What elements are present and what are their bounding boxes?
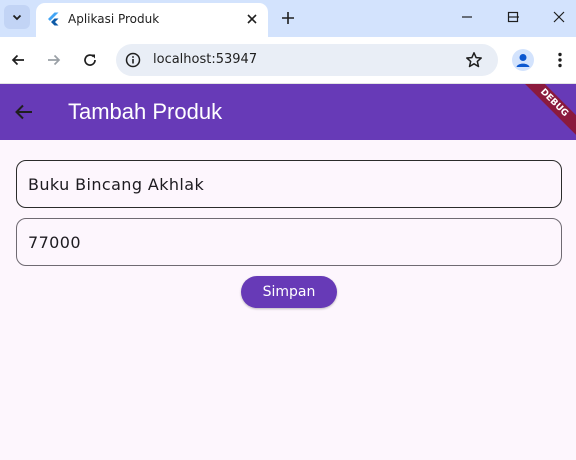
person-icon (516, 54, 530, 67)
url-text: localhost:53947 (153, 52, 258, 67)
reload-button[interactable] (78, 48, 102, 72)
save-button[interactable]: Simpan (241, 276, 337, 308)
new-tab-button[interactable] (276, 6, 300, 30)
restore-button[interactable] (496, 5, 530, 29)
close-icon (553, 11, 565, 23)
address-bar[interactable]: localhost:53947 (116, 44, 498, 76)
browser-menu-button[interactable] (550, 49, 570, 71)
tab-title: Aplikasi Produk (68, 12, 160, 26)
profile-button[interactable] (512, 49, 534, 71)
page-title: Tambah Produk (68, 99, 223, 124)
arrow-right-icon (48, 54, 61, 66)
product-price-value: 77000 (28, 233, 81, 252)
app-back-button[interactable] (12, 100, 36, 124)
site-info-button[interactable] (122, 49, 144, 71)
product-price-field[interactable]: 77000 (16, 218, 562, 266)
browser-tab-strip: Aplikasi Produk (0, 0, 576, 37)
close-icon (247, 14, 257, 24)
info-icon (125, 52, 141, 68)
reload-icon (84, 54, 96, 66)
more-vert-icon (558, 52, 562, 68)
flutter-icon (48, 12, 59, 26)
minimize-button-main[interactable] (450, 5, 484, 29)
tab-search-button[interactable] (4, 5, 30, 29)
product-name-value: Buku Bincang Akhlak (28, 175, 205, 194)
arrow-back-icon (15, 104, 32, 120)
close-tab-button[interactable] (243, 10, 261, 28)
arrow-left-icon (11, 54, 24, 66)
chevron-down-icon (12, 14, 22, 21)
app-bar: Tambah Produk DEBUG (0, 84, 576, 140)
browser-toolbar: localhost:53947 (0, 37, 576, 84)
close-window-button[interactable] (542, 5, 576, 29)
bookmark-button[interactable] (463, 49, 485, 71)
maximize-icon (507, 11, 519, 23)
back-button[interactable] (6, 48, 30, 72)
star-icon (466, 52, 482, 68)
browser-tab[interactable]: Aplikasi Produk (36, 3, 268, 37)
plus-icon (282, 12, 294, 24)
product-name-field[interactable]: Buku Bincang Akhlak (16, 160, 562, 208)
forward-button[interactable] (42, 48, 66, 72)
debug-banner: DEBUG (513, 84, 576, 140)
minimize-icon (462, 16, 472, 18)
